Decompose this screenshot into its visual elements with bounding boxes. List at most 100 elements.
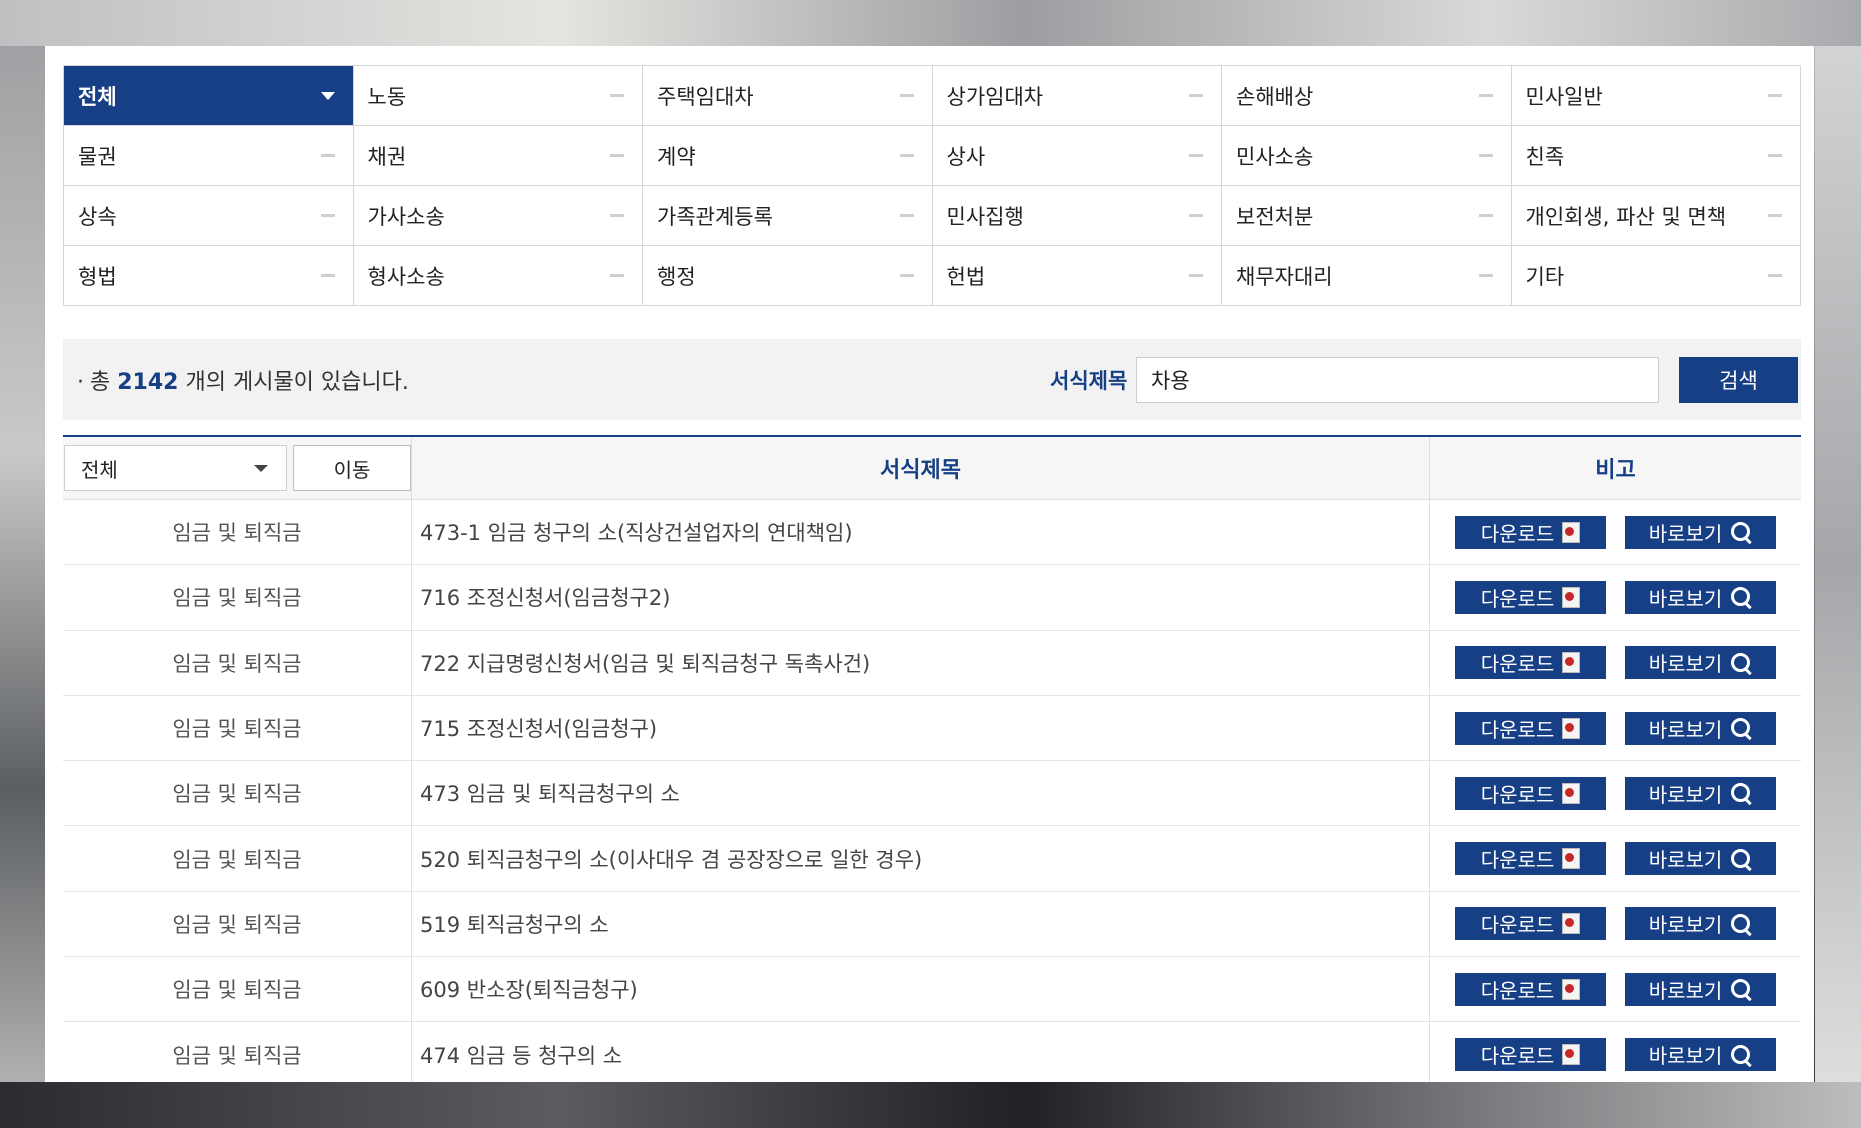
category-tab[interactable]: 가사소송 [353, 186, 643, 246]
download-button[interactable]: 다운로드 [1455, 1038, 1606, 1072]
category-tab[interactable]: 기타 [1511, 246, 1801, 306]
category-tab[interactable]: 형사소송 [353, 246, 643, 306]
collapse-dash-icon [1189, 214, 1203, 217]
row-category: 임금 및 퇴직금 [63, 761, 412, 826]
category-tab[interactable]: 노동 [353, 66, 643, 126]
search-icon [1730, 717, 1752, 739]
row-category: 임금 및 퇴직금 [63, 826, 412, 891]
view-label: 바로보기 [1648, 848, 1723, 873]
table-row: 임금 및 퇴직금 473 임금 및 퇴직금청구의 소 다운로드 바로보기 [63, 761, 1801, 827]
collapse-dash-icon [899, 274, 914, 277]
collapse-dash-icon [320, 214, 335, 217]
download-button[interactable]: 다운로드 [1455, 515, 1606, 549]
category-tab-label: 손해배상 [1236, 84, 1314, 109]
row-title-link[interactable]: 473 임금 및 퇴직금청구의 소 [412, 761, 1430, 826]
row-title-link[interactable]: 609 반소장(퇴직금청구) [412, 957, 1430, 1022]
category-tab[interactable]: 상사 [932, 126, 1222, 186]
view-label: 바로보기 [1648, 652, 1723, 677]
category-tab-label: 전체 [78, 84, 117, 109]
category-tab-label: 형법 [78, 264, 117, 289]
collapse-dash-icon [899, 154, 914, 157]
collapse-dash-icon [610, 94, 624, 97]
view-button[interactable]: 바로보기 [1625, 1038, 1776, 1072]
row-actions: 다운로드 바로보기 [1430, 957, 1801, 1021]
category-tab[interactable]: 행정 [643, 246, 933, 306]
category-filter-select[interactable]: 전체 [64, 445, 287, 491]
view-button[interactable]: 바로보기 [1625, 907, 1776, 941]
post-count: 2142 [117, 369, 179, 395]
download-button[interactable]: 다운로드 [1455, 972, 1606, 1006]
category-tab[interactable]: 물권 [64, 126, 354, 186]
download-label: 다운로드 [1480, 1044, 1555, 1069]
category-tab[interactable]: 친족 [1511, 126, 1801, 186]
category-tab-label: 보전처분 [1236, 204, 1314, 229]
view-button[interactable]: 바로보기 [1625, 515, 1776, 549]
category-tab[interactable]: 상속 [64, 186, 354, 246]
category-filter-value: 전체 [81, 457, 118, 482]
row-title-link[interactable]: 473-1 임금 청구의 소(직상건설업자의 연대책임) [412, 500, 1430, 565]
row-title-link[interactable]: 715 조정신청서(임금청구) [412, 695, 1430, 761]
column-header-note: 비고 [1595, 458, 1636, 483]
row-title-link[interactable]: 474 임금 등 청구의 소 [412, 1022, 1430, 1082]
search-icon [1730, 586, 1752, 608]
row-actions: 다운로드 바로보기 [1430, 826, 1801, 890]
search-button[interactable]: 검색 [1679, 357, 1798, 403]
view-button[interactable]: 바로보기 [1625, 842, 1776, 876]
category-tab[interactable]: 민사소송 [1222, 126, 1512, 186]
row-actions: 다운로드 바로보기 [1430, 565, 1801, 629]
table-row: 임금 및 퇴직금 716 조정신청서(임금청구2) 다운로드 바로보기 [63, 565, 1801, 631]
view-button[interactable]: 바로보기 [1625, 972, 1776, 1006]
category-tab[interactable]: 개인회생, 파산 및 면책 [1511, 186, 1801, 246]
table-row: 임금 및 퇴직금 715 조정신청서(임금청구) 다운로드 바로보기 [63, 695, 1801, 762]
view-button[interactable]: 바로보기 [1625, 646, 1776, 680]
category-tab[interactable]: 상가임대차 [932, 66, 1222, 126]
view-label: 바로보기 [1648, 586, 1723, 611]
category-tab[interactable]: 계약 [643, 126, 933, 186]
category-tab[interactable]: 채무자대리 [1222, 246, 1512, 306]
download-label: 다운로드 [1480, 586, 1555, 611]
category-tab-label: 계약 [657, 144, 696, 169]
download-button[interactable]: 다운로드 [1455, 907, 1606, 941]
category-tab[interactable]: 보전처분 [1222, 186, 1512, 246]
category-tab[interactable]: 형법 [64, 246, 354, 306]
download-button[interactable]: 다운로드 [1455, 842, 1606, 876]
collapse-dash-icon [610, 214, 624, 217]
search-icon [1730, 848, 1752, 870]
view-button[interactable]: 바로보기 [1625, 711, 1776, 745]
move-button[interactable]: 이동 [293, 445, 411, 491]
row-title-link[interactable]: 716 조정신청서(임금청구2) [412, 565, 1430, 630]
row-title-link[interactable]: 520 퇴직금청구의 소(이사대우 겸 공장장으로 일한 경우) [412, 826, 1430, 891]
table-row: 임금 및 퇴직금 519 퇴직금청구의 소 다운로드 바로보기 [63, 891, 1801, 958]
category-tab-label: 상가임대차 [946, 84, 1044, 109]
view-button[interactable]: 바로보기 [1625, 580, 1776, 614]
view-button[interactable]: 바로보기 [1625, 776, 1776, 810]
category-tab[interactable]: 채권 [353, 126, 643, 186]
row-title-link[interactable]: 722 지급명령신청서(임금 및 퇴직금청구 독촉사건) [412, 630, 1430, 695]
row-category: 임금 및 퇴직금 [63, 565, 412, 630]
category-tab[interactable]: 민사일반 [1511, 66, 1801, 126]
category-tab[interactable]: 민사집행 [932, 186, 1222, 246]
category-tab-label: 가사소송 [367, 204, 445, 229]
download-button[interactable]: 다운로드 [1455, 580, 1606, 614]
download-button[interactable]: 다운로드 [1455, 646, 1606, 680]
search-input[interactable] [1136, 357, 1659, 403]
category-tab[interactable]: 가족관계등록 [643, 186, 933, 246]
collapse-dash-icon [610, 274, 624, 277]
category-tab-label: 물권 [78, 144, 117, 169]
search-icon [1730, 1044, 1752, 1066]
category-tab-label: 기타 [1525, 264, 1565, 289]
download-button[interactable]: 다운로드 [1455, 776, 1606, 810]
summary-prefix: 총 [90, 369, 111, 395]
chevron-down-icon [254, 464, 268, 472]
category-tab[interactable]: 전체 [64, 66, 354, 126]
download-button[interactable]: 다운로드 [1455, 711, 1606, 745]
category-tab[interactable]: 헌법 [932, 246, 1222, 306]
category-tab[interactable]: 주택임대차 [643, 66, 933, 126]
document-icon [1562, 586, 1581, 608]
category-tab-label: 행정 [657, 264, 696, 289]
row-title-link[interactable]: 519 퇴직금청구의 소 [412, 891, 1430, 957]
search-label: 서식제목 [1050, 368, 1128, 393]
category-tab[interactable]: 손해배상 [1222, 66, 1512, 126]
table-row: 임금 및 퇴직금 520 퇴직금청구의 소(이사대우 겸 공장장으로 일한 경우)… [63, 826, 1801, 892]
summary-suffix: 개의 게시물이 있습니다. [185, 369, 409, 395]
